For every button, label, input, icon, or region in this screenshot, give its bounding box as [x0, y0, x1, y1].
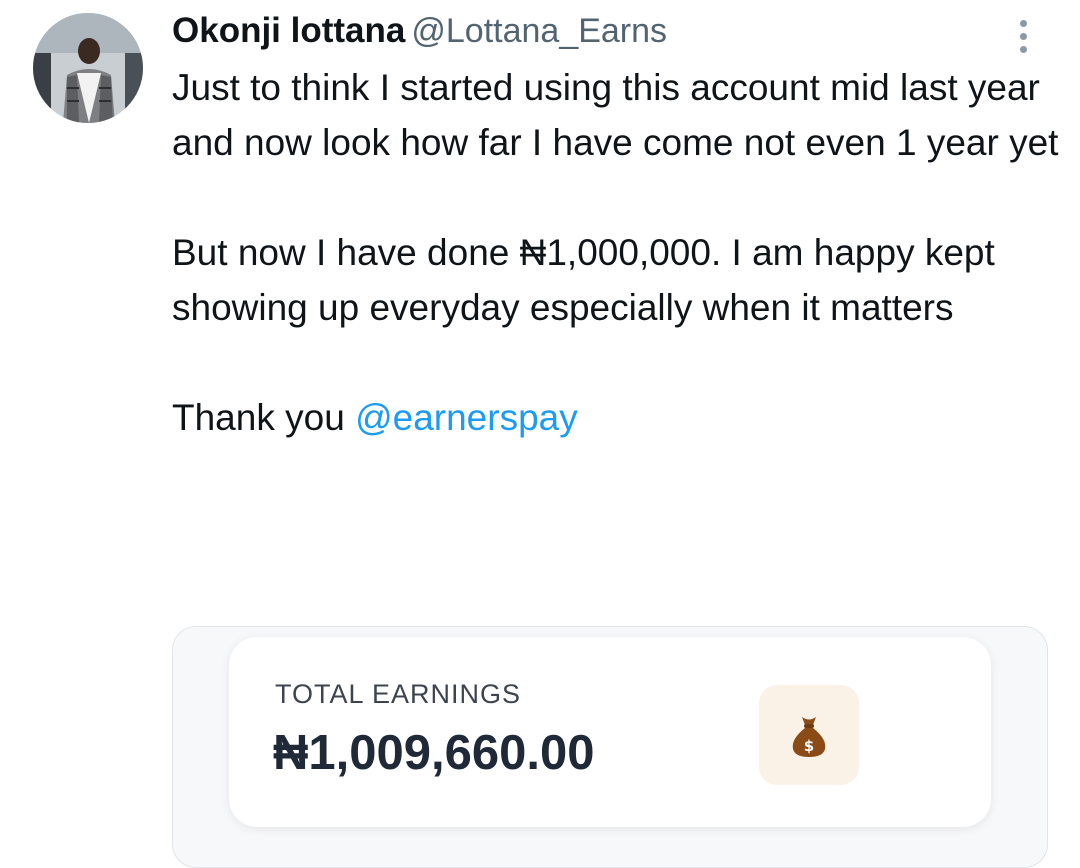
author-handle[interactable]: @Lottana_Earns [411, 12, 667, 50]
mention-link[interactable]: @earnerspay [355, 397, 578, 438]
tweet-paragraph-3: Thank you @earnerspay [172, 390, 1062, 445]
author-name[interactable]: Okonji lottana [172, 11, 405, 50]
tweet-text: Just to think I started using this accou… [172, 60, 1062, 445]
earnings-label: TOTAL EARNINGS [275, 679, 522, 709]
thank-you-text: Thank you [172, 397, 356, 438]
tweet-paragraph-2: But now I have done ₦1,000,000. I am hap… [172, 232, 995, 328]
more-dot [1019, 45, 1027, 53]
svg-text:$: $ [804, 737, 814, 755]
more-dot [1019, 32, 1027, 40]
avatar[interactable] [33, 13, 143, 123]
tweet-media[interactable]: TOTAL EARNINGS ₦1,009,660.00 $ [172, 626, 1048, 868]
tweet-header: Okonji lottana @Lottana_Earns [172, 8, 667, 61]
more-options-button[interactable] [1008, 14, 1038, 58]
tweet-paragraph-1: Just to think I started using this accou… [172, 67, 1059, 163]
avatar-photo [33, 13, 143, 123]
earnings-amount: ₦1,009,660.00 [273, 726, 595, 780]
money-bag-icon: $ [792, 717, 826, 757]
money-bag-tile: $ [759, 685, 859, 785]
earnings-card: TOTAL EARNINGS ₦1,009,660.00 $ [229, 637, 991, 827]
more-dots-icon [1019, 19, 1027, 27]
